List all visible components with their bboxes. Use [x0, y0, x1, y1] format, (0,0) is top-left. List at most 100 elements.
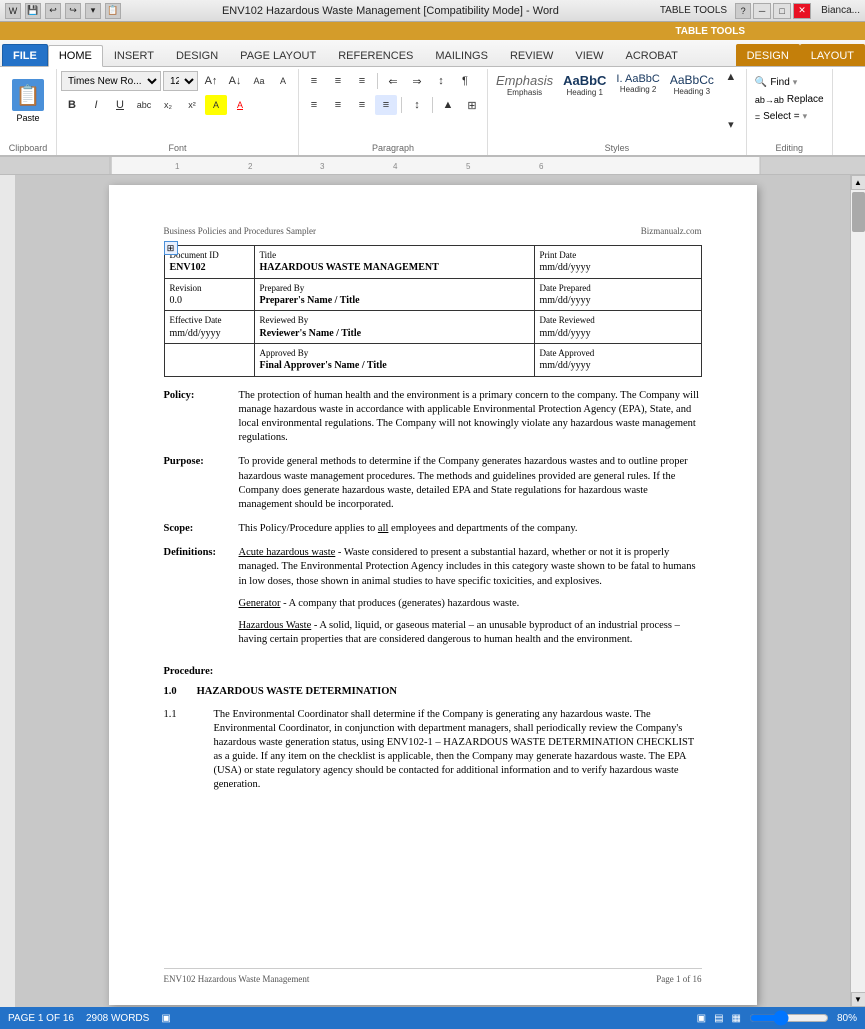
sort-button[interactable]: ↕	[430, 71, 452, 91]
tab-mailings[interactable]: MAILINGS	[424, 44, 499, 66]
table-cell[interactable]: Document ID ENV102	[164, 246, 254, 279]
redo-icon[interactable]: ↪	[65, 3, 81, 19]
document-page[interactable]: ⊞ Business Policies and Procedures Sampl…	[109, 185, 757, 1005]
tab-review[interactable]: REVIEW	[499, 44, 564, 66]
table-cell[interactable]: Date Prepared mm/dd/yyyy	[534, 278, 701, 311]
table-cell[interactable]: Effective Date mm/dd/yyyy	[164, 311, 254, 344]
italic-button[interactable]: I	[85, 95, 107, 115]
bullets-button[interactable]: ≡	[303, 71, 325, 91]
style-heading1[interactable]: AaBbC Heading 1	[559, 71, 610, 99]
styles-expand-button[interactable]: ▲▾	[720, 71, 742, 131]
ribbon-font-group: Times New Ro... 12 A↑ A↓ Aa A B I U abc …	[57, 69, 299, 155]
ribbon-styles-group: Emphasis Emphasis AaBbC Heading 1 I. AaB…	[488, 69, 747, 155]
align-right-button[interactable]: ≡	[351, 95, 373, 115]
zoom-slider[interactable]	[749, 1013, 829, 1023]
numbering-button[interactable]: ≡	[327, 71, 349, 91]
grow-font-button[interactable]: A↑	[200, 71, 222, 91]
cell-value: ENV102	[170, 261, 249, 275]
scope-label: Scope:	[164, 522, 239, 536]
table-cell[interactable]: Date Approved mm/dd/yyyy	[534, 344, 701, 377]
table-cell[interactable]: Title HAZARDOUS WASTE MANAGEMENT	[254, 246, 534, 279]
table-cell[interactable]: Prepared By Preparer's Name / Title	[254, 278, 534, 311]
style-heading3[interactable]: AaBbCc Heading 3	[666, 71, 718, 98]
table-cell[interactable]: Date Reviewed mm/dd/yyyy	[534, 311, 701, 344]
borders-button[interactable]: ⊞	[461, 95, 483, 115]
tab-acrobat[interactable]: ACROBAT	[614, 44, 688, 66]
line-spacing-button[interactable]: ↕	[406, 95, 428, 115]
cell-value: mm/dd/yyyy	[540, 327, 696, 341]
table-resize-handle[interactable]: ⊞	[164, 241, 178, 255]
tab-view[interactable]: VIEW	[564, 44, 614, 66]
tab-references[interactable]: REFERENCES	[327, 44, 424, 66]
cell-value: mm/dd/yyyy	[540, 294, 696, 308]
para-row2: ≡ ≡ ≡ ≡ ↕ ▲ ⊞	[303, 95, 483, 115]
align-left-button[interactable]: ≡	[303, 95, 325, 115]
svg-text:5: 5	[466, 162, 471, 171]
bold-button[interactable]: B	[61, 95, 83, 115]
case-button[interactable]: Aa	[248, 71, 270, 91]
shading-button[interactable]: ▲	[437, 95, 459, 115]
subscript-button[interactable]: x₂	[157, 95, 179, 115]
cell-value: mm/dd/yyyy	[540, 359, 696, 373]
scroll-thumb[interactable]	[852, 192, 865, 232]
tab-page-layout[interactable]: PAGE LAYOUT	[229, 44, 327, 66]
undo-icon[interactable]: ↩	[45, 3, 61, 19]
titlebar-right: TABLE TOOLS ? ─ □ ✕ Bianca...	[660, 3, 860, 19]
view-icon-print[interactable]: ▣	[697, 1013, 706, 1024]
svg-text:3: 3	[320, 162, 325, 171]
table-cell[interactable]: Print Date mm/dd/yyyy	[534, 246, 701, 279]
highlight-button[interactable]: A	[205, 95, 227, 115]
definition-acute: Acute hazardous waste - Waste considered…	[239, 546, 702, 589]
tab-insert[interactable]: INSERT	[103, 44, 165, 66]
find-icon: 🔍	[755, 77, 767, 88]
clear-formatting-button[interactable]: A	[272, 71, 294, 91]
select-button[interactable]: = Select = ▾	[751, 109, 811, 124]
superscript-button[interactable]: x²	[181, 95, 203, 115]
multilevel-button[interactable]: ≡	[351, 71, 373, 91]
save-icon[interactable]: 💾	[25, 3, 41, 19]
view-icon-web[interactable]: ▦	[732, 1013, 741, 1024]
section-1-header: 1.0 HAZARDOUS WASTE DETERMINATION	[164, 685, 702, 699]
doc-header: Business Policies and Procedures Sampler…	[164, 225, 702, 237]
minimize-button[interactable]: ─	[753, 3, 771, 19]
shrink-font-button[interactable]: A↓	[224, 71, 246, 91]
replace-button[interactable]: ab→ab Replace	[751, 92, 828, 107]
scroll-up-button[interactable]: ▲	[851, 175, 865, 190]
style-emphasis[interactable]: Emphasis Emphasis	[492, 71, 557, 99]
table-cell[interactable]: Approved By Final Approver's Name / Titl…	[254, 344, 534, 377]
decrease-indent-button[interactable]: ⇐	[382, 71, 404, 91]
underline-button[interactable]: U	[109, 95, 131, 115]
font-color-button[interactable]: A	[229, 95, 251, 115]
table-cell[interactable]	[164, 344, 254, 377]
scroll-down-button[interactable]: ▼	[851, 992, 865, 1007]
statusbar-right: ▣ ▤ ▦ 80%	[697, 1013, 857, 1024]
table-cell[interactable]: Reviewed By Reviewer's Name / Title	[254, 311, 534, 344]
justify-button[interactable]: ≡	[375, 95, 397, 115]
policy-table[interactable]: Document ID ENV102 Title HAZARDOUS WASTE…	[164, 245, 702, 377]
tab-home[interactable]: HOME	[48, 45, 103, 67]
tab-file[interactable]: FILE	[2, 44, 48, 66]
extra-icon[interactable]: 📋	[105, 3, 121, 19]
style-heading2[interactable]: I. AaBbC Heading 2	[612, 71, 663, 96]
maximize-button[interactable]: □	[773, 3, 791, 19]
tab-design[interactable]: DESIGN	[165, 44, 229, 66]
strikethrough-button[interactable]: abc	[133, 95, 155, 115]
find-button[interactable]: 🔍 Find ▾	[751, 75, 801, 90]
scrollbar[interactable]: ▲ ▼	[850, 175, 865, 1007]
purpose-text: To provide general methods to determine …	[239, 455, 702, 512]
paste-button[interactable]: 📋 Paste	[4, 71, 52, 131]
font-size-select[interactable]: 12	[163, 71, 198, 91]
table-row: Effective Date mm/dd/yyyy Reviewed By Re…	[164, 311, 701, 344]
help-icon[interactable]: ?	[735, 3, 751, 19]
tab-table-layout[interactable]: LAYOUT	[800, 44, 865, 66]
show-para-button[interactable]: ¶	[454, 71, 476, 91]
table-row: Revision 0.0 Prepared By Preparer's Name…	[164, 278, 701, 311]
align-center-button[interactable]: ≡	[327, 95, 349, 115]
view-icon-read[interactable]: ▤	[714, 1013, 723, 1024]
increase-indent-button[interactable]: ⇒	[406, 71, 428, 91]
tab-table-design[interactable]: DESIGN	[736, 44, 800, 66]
quick-access-icon[interactable]: ▾	[85, 3, 101, 19]
table-cell[interactable]: Revision 0.0	[164, 278, 254, 311]
close-button[interactable]: ✕	[793, 3, 811, 19]
font-name-select[interactable]: Times New Ro...	[61, 71, 161, 91]
